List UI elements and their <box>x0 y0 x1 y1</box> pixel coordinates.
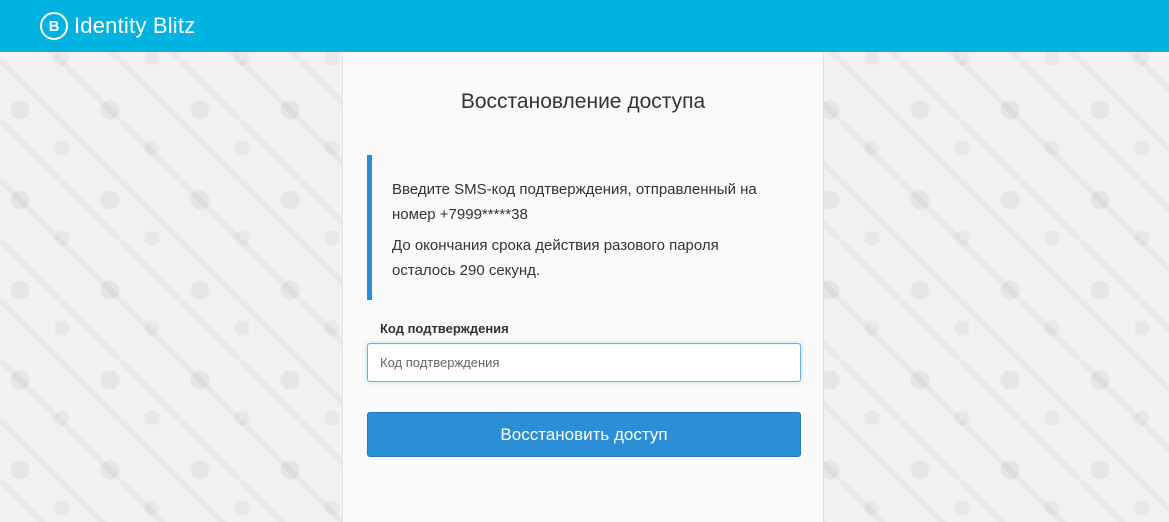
sms-notice: Введите SMS-код подтверждения, отправлен… <box>367 155 801 300</box>
top-header: B Identity Blitz <box>0 0 1169 52</box>
brand-logo[interactable]: B Identity Blitz <box>40 12 195 40</box>
sms-sent-message: Введите SMS-код подтверждения, отправлен… <box>392 181 757 223</box>
recovery-card: Восстановление доступа Введите SMS-код п… <box>342 52 824 522</box>
confirmation-code-input[interactable] <box>367 343 801 382</box>
code-label: Код подтверждения <box>380 321 509 336</box>
expiry-message: До окончания срока действия разового пар… <box>392 237 719 279</box>
logo-icon: B <box>40 12 68 40</box>
brand-name: Identity Blitz <box>74 13 196 38</box>
restore-access-button[interactable]: Восстановить доступ <box>367 412 801 457</box>
page-title: Восстановление доступа <box>460 90 706 113</box>
